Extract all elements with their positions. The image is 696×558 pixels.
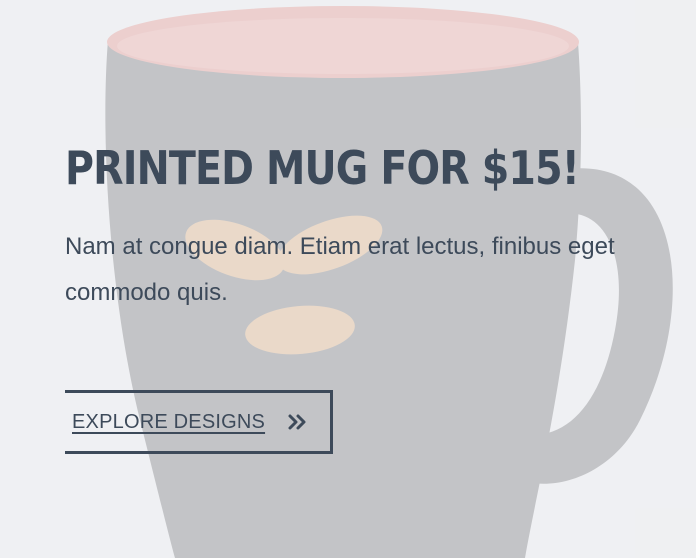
hero-description: Nam at congue diam. Etiam erat lectus, f…	[65, 233, 615, 306]
hero-section: PRINTED MUG FOR $15! Nam at congue diam.…	[0, 0, 696, 558]
explore-designs-button[interactable]: EXPLORE DESIGNS	[65, 390, 333, 454]
hero-headline: PRINTED MUG FOR $15!	[65, 141, 580, 195]
hero-content: PRINTED MUG FOR $15! Nam at congue diam.…	[65, 138, 665, 316]
explore-designs-label: EXPLORE DESIGNS	[72, 410, 266, 433]
double-chevron-right-icon	[287, 412, 307, 432]
